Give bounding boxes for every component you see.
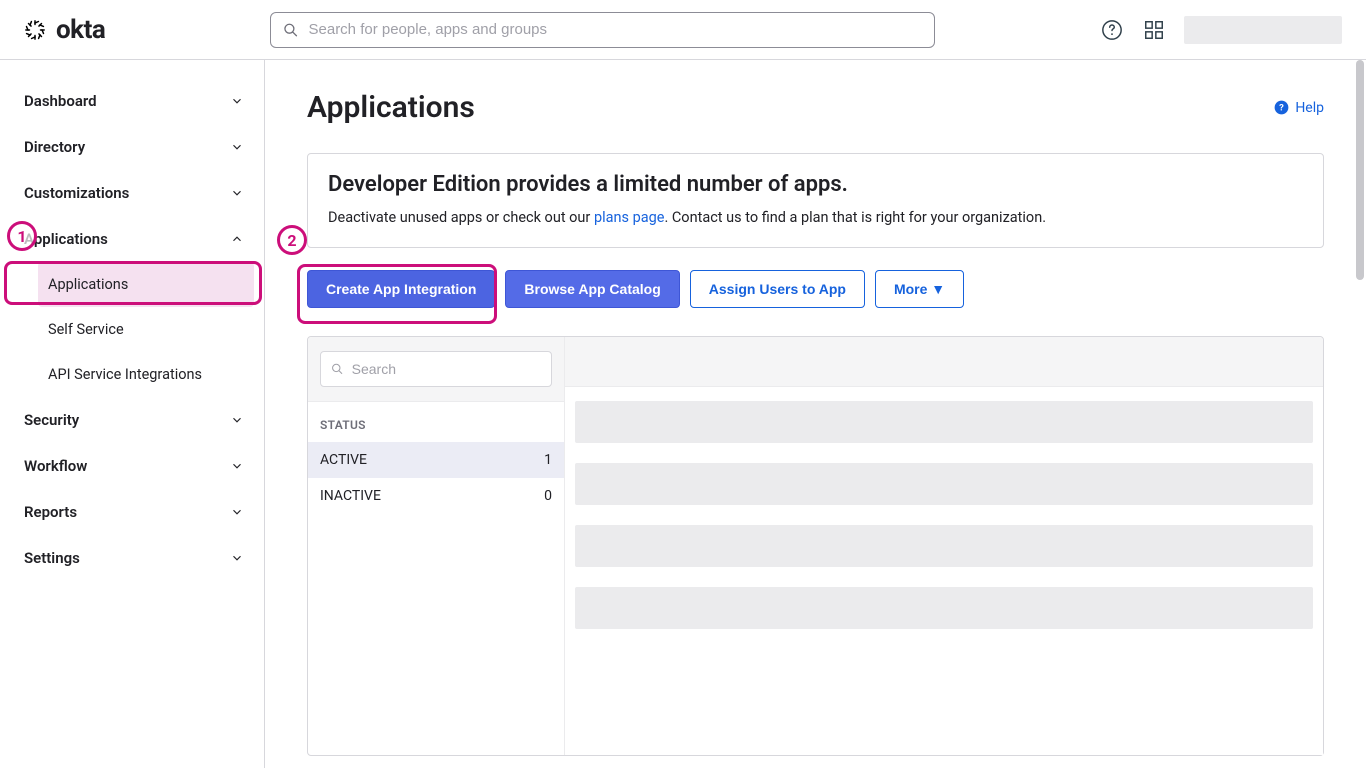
apps-panel: STATUS ACTIVE 1 INACTIVE 0 [307,336,1324,756]
help-filled-icon: ? [1274,100,1289,115]
global-search-input[interactable] [309,21,923,38]
main-content: Applications ? Help Developer Edition pr… [265,60,1366,768]
sidebar-item-label: Workflow [24,457,87,475]
search-icon [283,22,298,38]
chevron-down-icon [230,413,244,427]
sidebar-item-label: Customizations [24,184,129,202]
help-icon-button[interactable] [1100,18,1124,42]
status-header: STATUS [308,402,564,442]
sidebar-item-directory[interactable]: Directory [14,124,254,170]
brand-name: okta [56,15,105,45]
sidebar-subitem-applications[interactable]: Applications [38,262,254,307]
help-circle-icon [1101,19,1123,41]
sidebar-subitem-api-service[interactable]: API Service Integrations [38,352,254,397]
apps-search[interactable] [320,351,552,387]
list-skeleton-row [575,525,1313,567]
sidebar-item-applications[interactable]: Applications [14,216,254,262]
sidebar-item-label: Applications [24,230,108,248]
chevron-down-icon [230,505,244,519]
notice-title: Developer Edition provides a limited num… [328,172,1303,197]
sidebar-item-security[interactable]: Security [14,397,254,443]
sidebar-subitem-self-service[interactable]: Self Service [38,307,254,352]
brand-logo[interactable]: okta [24,15,105,45]
action-buttons: Create App Integration Browse App Catalo… [307,270,1324,308]
chevron-down-icon [230,140,244,154]
list-skeleton-row [575,587,1313,629]
global-search[interactable] [270,12,935,48]
notice-text: Deactivate unused apps or check out our … [328,207,1303,229]
apps-search-input[interactable] [352,361,541,377]
apps-list [565,337,1323,755]
sidebar-item-label: Dashboard [24,92,97,110]
apps-grid-button[interactable] [1142,18,1166,42]
svg-text:?: ? [1279,103,1284,114]
list-skeleton-row [575,401,1313,443]
search-icon [331,362,344,376]
sidebar-item-customizations[interactable]: Customizations [14,170,254,216]
sidebar-item-label: Security [24,411,79,429]
plans-page-link[interactable]: plans page [594,209,665,226]
chevron-down-icon [230,459,244,473]
grid-icon [1143,19,1165,41]
sidebar-item-label: Directory [24,138,85,156]
profile-placeholder[interactable] [1184,16,1342,44]
sidebar-nav: Dashboard Directory Customizations Appli… [0,60,265,768]
sidebar-item-settings[interactable]: Settings [14,535,254,581]
more-button[interactable]: More ▼ [875,270,964,308]
scrollbar[interactable] [1356,60,1364,280]
browse-app-catalog-button[interactable]: Browse App Catalog [505,270,679,308]
status-filter-inactive[interactable]: INACTIVE 0 [308,478,564,514]
app-header: okta [0,0,1366,60]
sidebar-item-label: Settings [24,549,80,567]
chevron-down-icon [230,186,244,200]
chevron-down-icon [230,94,244,108]
chevron-up-icon [230,232,244,246]
filter-sidebar: STATUS ACTIVE 1 INACTIVE 0 [308,337,565,755]
chevron-down-icon [230,551,244,565]
list-skeleton-row [575,463,1313,505]
create-app-integration-button[interactable]: Create App Integration [307,270,495,308]
sunburst-icon [24,19,46,41]
status-filter-active[interactable]: ACTIVE 1 [308,442,564,478]
sidebar-item-workflow[interactable]: Workflow [14,443,254,489]
sidebar-item-dashboard[interactable]: Dashboard [14,78,254,124]
assign-users-button[interactable]: Assign Users to App [690,270,865,308]
help-link[interactable]: ? Help [1274,100,1324,116]
edition-notice: Developer Edition provides a limited num… [307,153,1324,248]
page-title: Applications [307,90,475,125]
sidebar-item-reports[interactable]: Reports [14,489,254,535]
sidebar-item-label: Reports [24,503,77,521]
